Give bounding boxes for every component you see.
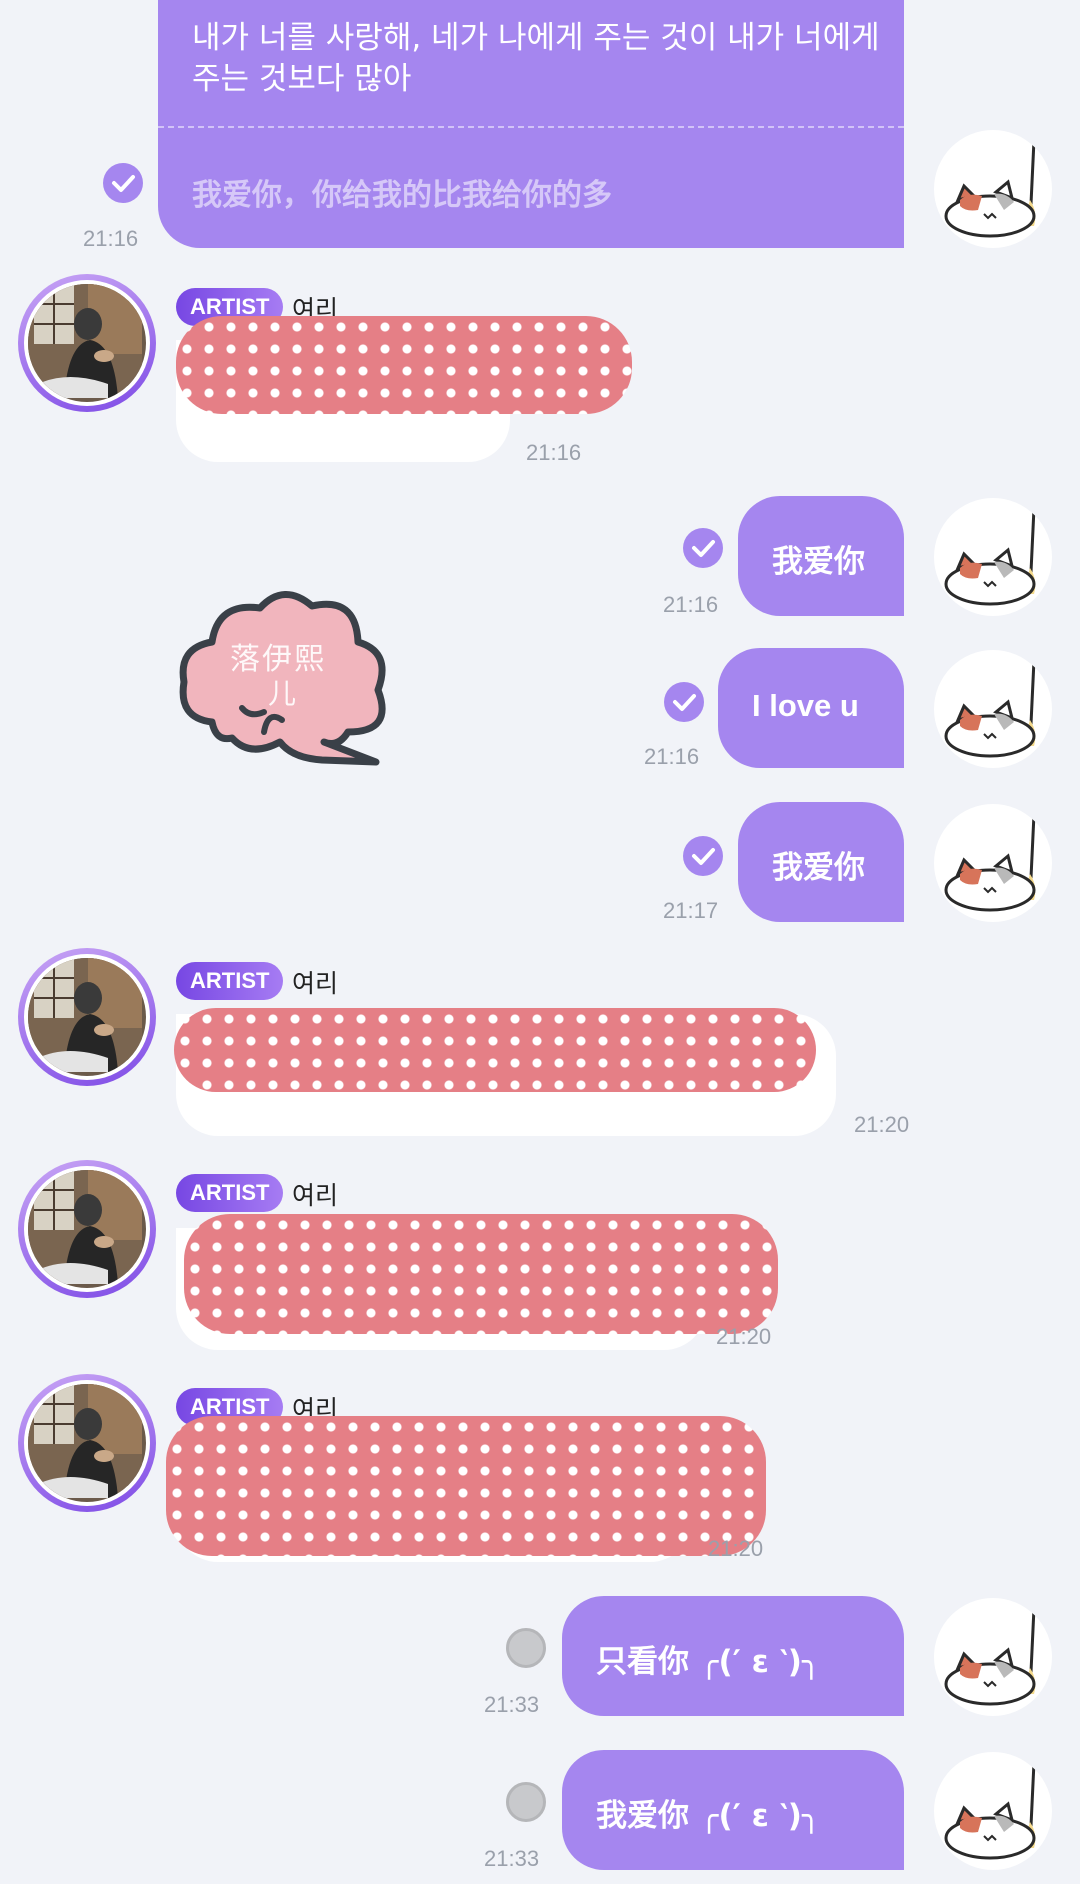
translation-divider	[158, 126, 904, 128]
message-text: 我爱你 ╭(′ ε ‵)╮	[596, 1798, 821, 1834]
cat-avatar-icon[interactable]	[934, 498, 1052, 616]
timestamp: 21:17	[663, 898, 719, 923]
cat-avatar-icon[interactable]	[934, 1598, 1052, 1716]
message-bubble-outgoing[interactable]: 我爱你 ╭(′ ε ‵)╮	[562, 1750, 904, 1870]
artist-name: 여리	[292, 1181, 339, 1210]
check-icon	[664, 682, 704, 722]
pending-icon	[506, 1782, 546, 1822]
censor-overlay	[184, 1214, 778, 1334]
artist-name: 여리	[292, 969, 339, 998]
pending-icon	[506, 1628, 546, 1668]
artist-avatar[interactable]	[18, 948, 156, 1086]
check-icon	[103, 163, 143, 203]
cat-avatar-icon[interactable]	[934, 130, 1052, 248]
timestamp: 21:33	[484, 1692, 540, 1717]
watermark-line2: 儿	[268, 677, 297, 710]
message-bubble-outgoing[interactable]: I love u	[718, 648, 904, 768]
artist-avatar[interactable]	[18, 1374, 156, 1512]
timestamp: 21:20	[708, 1536, 764, 1561]
artist-avatar-photo	[28, 1170, 146, 1288]
message-bubble-outgoing[interactable]: 只看你 ╭(′ ε ‵)╮	[562, 1596, 904, 1716]
timestamp: 21:20	[716, 1324, 772, 1349]
check-icon	[683, 528, 723, 568]
artist-avatar-photo	[28, 284, 146, 402]
cat-avatar-icon[interactable]	[934, 650, 1052, 768]
cat-avatar-icon[interactable]	[934, 1752, 1052, 1870]
timestamp: 21:16	[644, 744, 700, 769]
artist-badge: ARTIST	[176, 962, 284, 1000]
timestamp: 21:16	[83, 226, 139, 251]
censor-overlay	[176, 316, 632, 414]
message-text: 我爱你	[772, 850, 865, 886]
timestamp: 21:33	[484, 1846, 540, 1871]
translation-text: 我爱你，你给我的比我给你的多	[192, 178, 612, 213]
censor-overlay	[174, 1008, 816, 1092]
cloud-sticker: 落伊熙 儿	[172, 582, 398, 770]
message-text: 我爱你	[772, 544, 865, 580]
message-bubble-outgoing[interactable]: 내가 너를 사랑해, 네가 나에게 주는 것이 내가 너에게 주는 것보다 많아…	[158, 0, 904, 248]
cat-avatar-icon[interactable]	[934, 804, 1052, 922]
censor-overlay	[166, 1416, 766, 1556]
message-bubble-outgoing[interactable]: 我爱你	[738, 496, 904, 616]
artist-avatar[interactable]	[18, 1160, 156, 1298]
timestamp: 21:16	[526, 440, 582, 465]
artist-avatar-photo	[28, 1384, 146, 1502]
timestamp: 21:16	[663, 592, 719, 617]
artist-avatar[interactable]	[18, 274, 156, 412]
message-text: 내가 너를 사랑해, 네가 나에게 주는 것이 내가 너에게 주는 것보다 많아	[192, 20, 880, 97]
artist-avatar-photo	[28, 958, 146, 1076]
message-bubble-outgoing[interactable]: 我爱你	[738, 802, 904, 922]
check-icon	[683, 836, 723, 876]
artist-badge: ARTIST	[176, 1174, 284, 1212]
timestamp: 21:20	[854, 1112, 910, 1137]
message-text: 只看你 ╭(′ ε ‵)╮	[596, 1644, 821, 1680]
message-text: I love u	[752, 688, 859, 723]
